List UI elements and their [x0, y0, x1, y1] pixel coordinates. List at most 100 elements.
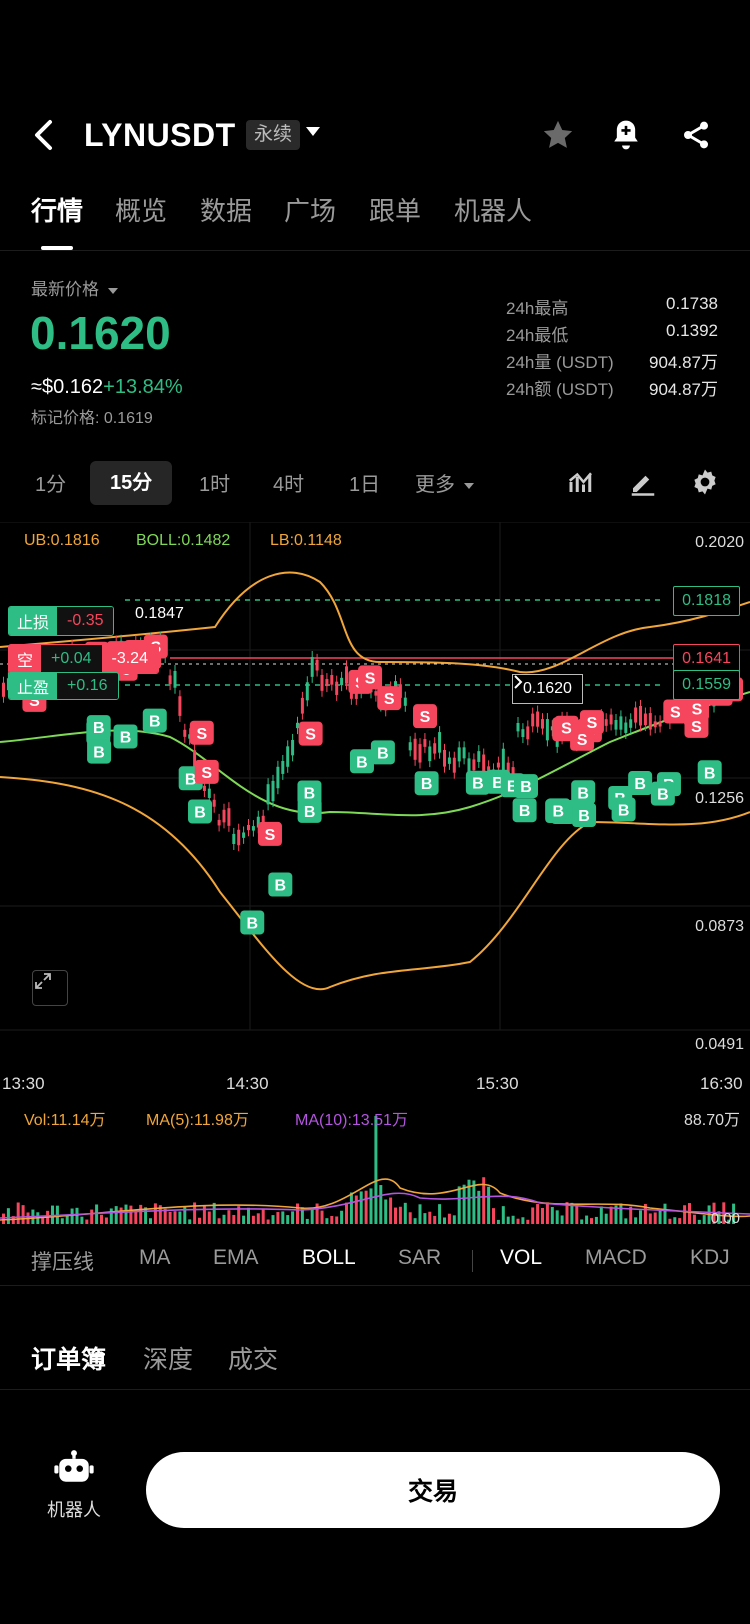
favorite-button[interactable] — [538, 115, 578, 155]
indicator-tab-support[interactable]: 撑压线 — [31, 1246, 94, 1276]
stat-turnover-value: 904.87万 — [649, 380, 718, 399]
tab-orderbook[interactable]: 订单簿 — [31, 1340, 106, 1376]
buy-marker-text: B — [246, 915, 258, 932]
latest-price-selector[interactable]: 最新价格 — [31, 275, 118, 300]
short-position-tag[interactable]: 空 +0.04 -3.24 — [8, 644, 159, 674]
candle-body — [526, 726, 530, 740]
trade-button[interactable]: 交易 — [146, 1452, 720, 1528]
vol-max-label: 88.70万 — [683, 1112, 740, 1129]
drawing-tool-button[interactable] — [628, 467, 658, 502]
volume-bar — [521, 1217, 525, 1224]
kline-chart[interactable]: BBSBSSBSSBSBSBBBSSSBSBSBBBSSSSSSBSBBBSBB… — [0, 522, 750, 1093]
volume-bar — [124, 1204, 128, 1224]
chevron-down-icon[interactable] — [306, 127, 320, 136]
back-button[interactable] — [26, 113, 62, 157]
buy-marker-text: B — [93, 720, 105, 737]
volume-bar — [21, 1205, 25, 1224]
interval-1d[interactable]: 1日 — [349, 471, 380, 499]
volume-bar — [114, 1206, 118, 1224]
volume-bar — [247, 1207, 250, 1224]
volume-bar — [16, 1202, 20, 1224]
price-alert-button[interactable] — [606, 115, 646, 155]
tab-overview[interactable]: 概览 — [115, 193, 167, 229]
volume-bar — [217, 1218, 221, 1224]
volume-bar — [109, 1208, 113, 1224]
share-button[interactable] — [676, 115, 716, 155]
candle-body — [300, 697, 304, 714]
candle-body — [2, 682, 5, 697]
tab-bots[interactable]: 机器人 — [454, 193, 532, 229]
current-price-tag[interactable]: 0.1620 — [512, 674, 583, 704]
volume-bar — [90, 1209, 94, 1224]
indicator-tab-vol[interactable]: VOL — [500, 1246, 542, 1270]
sell-marker-text: S — [561, 721, 572, 738]
chart-settings-button[interactable] — [690, 467, 720, 502]
volume-bar — [119, 1207, 123, 1224]
symbol-title[interactable]: LYNUSDT — [84, 113, 236, 157]
interval-4h[interactable]: 4时 — [273, 471, 304, 499]
indicator-tab-macd[interactable]: MACD — [585, 1246, 647, 1270]
buy-marker-text: B — [657, 787, 669, 804]
tab-copy-trade[interactable]: 跟单 — [369, 193, 421, 229]
volume-bar — [580, 1219, 584, 1224]
volume-bar — [364, 1190, 368, 1224]
take-profit-tag[interactable]: 止盈 +0.16 — [8, 672, 119, 700]
latest-price-label: 最新价格 — [31, 280, 99, 299]
candle-body — [648, 713, 652, 730]
tab-depth[interactable]: 深度 — [143, 1340, 193, 1376]
candle-body — [516, 722, 520, 732]
candle-body — [511, 767, 515, 774]
fullscreen-button[interactable] — [32, 970, 68, 1006]
candle-body — [408, 742, 412, 751]
volume-bar — [560, 1215, 564, 1224]
candle-body — [330, 675, 334, 685]
robot-button[interactable]: 机器人 — [36, 1449, 112, 1533]
volume-panel[interactable]: Vol:11.14万 MA(5):11.98万 MA(10):13.51万 88… — [0, 1098, 750, 1228]
interval-1m[interactable]: 1分 — [35, 471, 66, 499]
indicator-tab-sar[interactable]: SAR — [398, 1246, 441, 1270]
indicator-tab-ma[interactable]: MA — [139, 1246, 171, 1270]
interval-1h[interactable]: 1时 — [199, 471, 230, 499]
orderbook-tabs: 订单簿 深度 成交 — [0, 1330, 750, 1390]
volume-bar — [369, 1188, 373, 1224]
vol-min-label: 0.00 — [710, 1210, 740, 1227]
candle-body — [619, 716, 623, 730]
volume-bar — [688, 1203, 691, 1224]
take-profit-price: 0.1559 — [673, 670, 740, 700]
robot-icon — [54, 1450, 94, 1482]
candle-body — [291, 739, 295, 756]
volume-bar — [104, 1217, 108, 1224]
sell-marker-text: S — [670, 704, 681, 721]
indicator-tab-boll[interactable]: BOLL — [302, 1246, 356, 1270]
bottom-action-bar: 机器人 交易 — [0, 1425, 750, 1624]
indicator-tab-ema[interactable]: EMA — [213, 1246, 259, 1270]
volume-bar — [653, 1212, 657, 1224]
indicator-tab-kdj[interactable]: KDJ — [690, 1246, 730, 1270]
interval-more[interactable]: 更多 — [415, 471, 474, 499]
volume-bar — [452, 1215, 456, 1224]
stop-loss-tag[interactable]: 止损 -0.35 — [8, 606, 115, 636]
chart-type-button[interactable] — [566, 467, 596, 502]
bell-plus-icon — [614, 120, 638, 150]
vol-label: Vol:11.14万 — [24, 1112, 106, 1129]
volume-bar — [590, 1218, 593, 1224]
volume-bar — [663, 1203, 667, 1224]
kline-canvas[interactable]: BBSBSSBSSBSBSBBBSSSBSBSBBBSSSSSSBSBBBSBB… — [0, 522, 750, 1062]
volume-bar — [403, 1202, 407, 1224]
tab-trades[interactable]: 成交 — [228, 1340, 278, 1376]
volume-bar — [477, 1190, 481, 1224]
candle-body — [374, 691, 378, 696]
x-axis-label: 15:30 — [476, 1074, 519, 1093]
tab-data[interactable]: 数据 — [200, 193, 252, 229]
volume-bar — [168, 1211, 172, 1224]
candle-body — [501, 748, 505, 771]
volume-bar — [379, 1185, 383, 1224]
tab-square[interactable]: 广场 — [284, 193, 336, 229]
tab-market[interactable]: 行情 — [31, 193, 83, 229]
volume-bar — [457, 1186, 461, 1224]
volume-bar — [100, 1214, 103, 1224]
boll-lb-label: LB:0.1148 — [270, 532, 342, 549]
volume-bar — [188, 1219, 192, 1224]
interval-15m[interactable]: 15分 — [90, 461, 173, 505]
sell-marker-text: S — [384, 691, 395, 708]
